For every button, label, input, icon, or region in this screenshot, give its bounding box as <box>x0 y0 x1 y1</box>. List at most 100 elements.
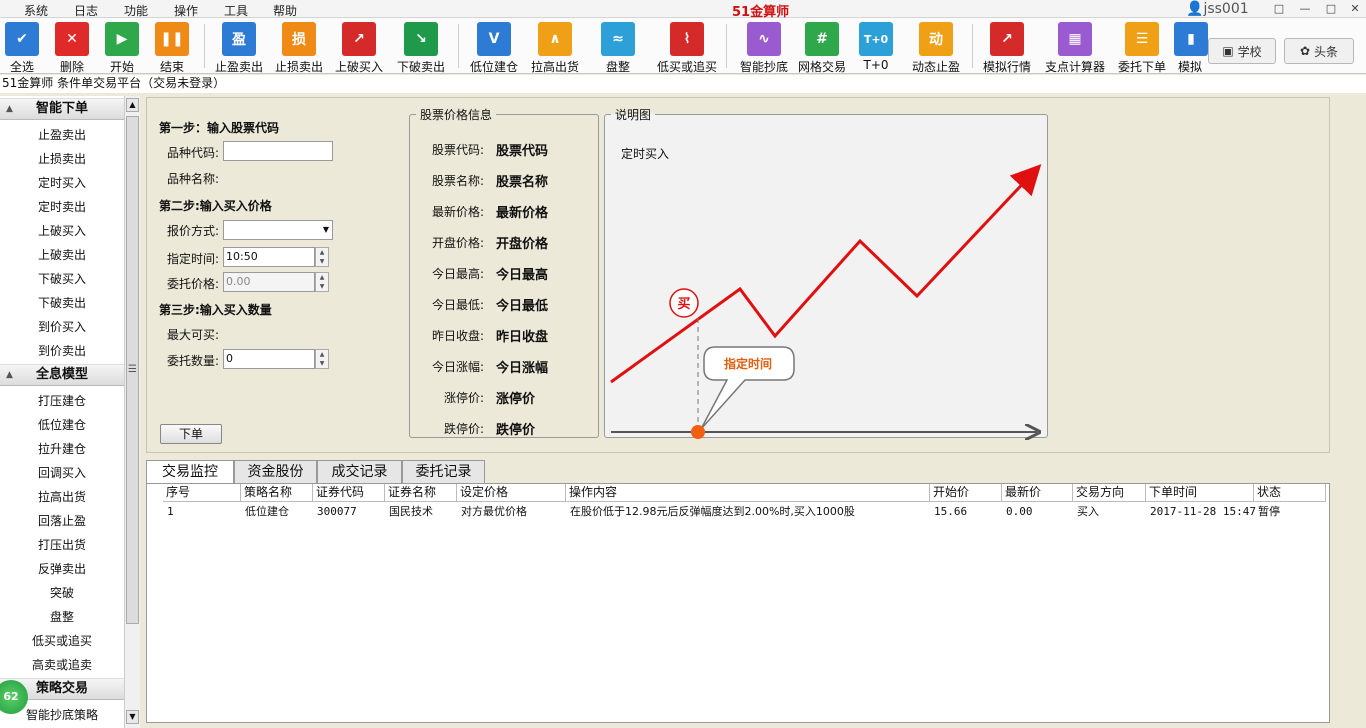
scroll-down-icon[interactable]: ▼ <box>126 710 139 724</box>
headlines-button[interactable]: ✿ 头条 <box>1284 38 1354 64</box>
sidebar-group-title: 智能下单 <box>35 101 88 116</box>
t-plus-zero-button[interactable]: T+0 T+0 <box>856 18 896 74</box>
price-info-key: 今日最高: <box>431 267 484 281</box>
sidebar-item[interactable]: 回调买入 <box>0 461 124 485</box>
sidebar-item[interactable]: 拉升建仓 <box>0 437 124 461</box>
menu-log[interactable]: 日志 <box>74 2 98 19</box>
break-down-sell-button[interactable]: ↘ 下破卖出 <box>394 18 448 74</box>
menu-system[interactable]: 系统 <box>24 2 48 19</box>
sidebar-item[interactable]: 低买或追买 <box>0 629 124 653</box>
pull-high-sell-button[interactable]: ∧ 拉高出货 <box>528 18 582 74</box>
callout-text: 指定时间 <box>724 356 772 371</box>
window-title: 51金算师 条件单交易平台（交易未登录） <box>0 75 1366 93</box>
low-build-icon: V <box>477 22 511 56</box>
pivot-calc-icon: ▦ <box>1058 22 1092 56</box>
sidebar-item[interactable]: 止损卖出 <box>0 147 124 171</box>
stop-loss-sell-icon: 损 <box>282 22 316 56</box>
table-cell: 暂停 <box>1258 505 1280 518</box>
table-row[interactable]: 1 低位建仓 300077 国民技术 对方最优价格 在股价低于12.98元后反弹幅度达到2… <box>147 484 1329 522</box>
dynamic-take-profit-button[interactable]: 动动态止盈 <box>908 18 964 74</box>
delete-button[interactable]: ✕ 删除 <box>50 18 94 74</box>
low-build-button[interactable]: V 低位建仓 <box>466 18 522 74</box>
price-info-value: 最新价格 <box>496 206 549 221</box>
sidebar-item[interactable]: 定时卖出 <box>0 195 124 219</box>
sidebar-item[interactable]: 反弹卖出 <box>0 557 124 581</box>
restore-button[interactable]: □ <box>1268 2 1290 16</box>
price-info-key: 开盘价格: <box>431 236 484 250</box>
qty-label: 委托数量: <box>167 354 220 368</box>
table-cell: 在股价低于12.98元后反弹幅度达到2.00%时,买入1000股 <box>570 505 855 518</box>
sidebar-item[interactable]: 定时买入 <box>0 171 124 195</box>
menu-tools[interactable]: 工具 <box>224 2 248 19</box>
break-up-buy-icon: ↗ <box>342 22 376 56</box>
stop-button[interactable]: ❚❚ 结束 <box>150 18 194 74</box>
sidebar-item[interactable]: 回落止盈 <box>0 509 124 533</box>
grip-icon: ☰ <box>128 364 137 375</box>
diagram-legend: 说明图 <box>615 108 652 122</box>
diagram-box: 说明图 定时买入 买 指定时间 <box>604 106 1048 438</box>
sim-market-button[interactable]: ↗ 模拟行情 <box>980 18 1034 74</box>
delete-label: 删除 <box>59 60 84 74</box>
sidebar-item[interactable]: 上破买入 <box>0 219 124 243</box>
start-button[interactable]: ▶ 开始 <box>100 18 144 74</box>
sidebar-item[interactable]: 高卖或追卖 <box>0 653 124 677</box>
tab-entrust-records[interactable]: 委托记录 <box>402 460 485 484</box>
sidebar-item[interactable]: 拉高出货 <box>0 485 124 509</box>
break-up-buy-button[interactable]: ↗ 上破买入 <box>332 18 386 74</box>
sidebar-item[interactable]: 到价卖出 <box>0 339 124 363</box>
sidebar-item[interactable]: 下破卖出 <box>0 291 124 315</box>
time-input[interactable]: 10:50 <box>223 247 315 267</box>
time-spinner[interactable]: ▲ ▼ <box>315 247 329 267</box>
tab-deal-records[interactable]: 成交记录 <box>317 460 402 484</box>
low-buy-chase-button[interactable]: ⌇ 低买或追买 <box>654 18 720 74</box>
code-input[interactable] <box>223 141 333 161</box>
entrust-price-spinner[interactable]: ▲ ▼ <box>315 272 329 292</box>
school-icon: ▣ <box>1222 44 1234 58</box>
order-button[interactable]: 下单 <box>160 424 222 444</box>
stop-loss-sell-button[interactable]: 损止损卖出 <box>272 18 326 74</box>
illustration-chart: 买 指定时间 <box>610 164 1042 453</box>
table-cell: 2017-11-28 15:47 <box>1150 505 1256 518</box>
price-info-value: 开盘价格 <box>496 237 549 252</box>
tab-trade-monitor[interactable]: 交易监控 <box>146 460 234 485</box>
sidebar-item[interactable]: 下破买入 <box>0 267 124 291</box>
entrust-order-icon: ☰ <box>1125 22 1159 56</box>
close-button[interactable]: ✕ <box>1344 2 1366 16</box>
qty-spinner[interactable]: ▲ ▼ <box>315 349 329 369</box>
price-info-key: 今日最低: <box>431 298 484 312</box>
school-button[interactable]: ▣ 学校 <box>1208 38 1276 64</box>
sidebar-item[interactable]: 盘整 <box>0 605 124 629</box>
grid-trade-button[interactable]: # 网格交易 <box>796 18 848 74</box>
minimize-button[interactable]: — <box>1294 2 1316 16</box>
sidebar-item[interactable]: 到价买入 <box>0 315 124 339</box>
sidebar-item[interactable]: 打压出货 <box>0 533 124 557</box>
sidebar-item[interactable]: 止盈卖出 <box>0 123 124 147</box>
collapse-icon: ▲ <box>6 370 13 380</box>
maximize-button[interactable]: □ <box>1320 2 1342 16</box>
pivot-calc-button[interactable]: ▦ 支点计算器 <box>1042 18 1108 74</box>
sidebar-item[interactable]: 低位建仓 <box>0 413 124 437</box>
scroll-up-icon[interactable]: ▲ <box>126 98 139 112</box>
qty-input[interactable]: 0 <box>223 349 315 369</box>
entrust-order-button[interactable]: ☰ 委托下单 <box>1112 18 1172 74</box>
menu-operation[interactable]: 操作 <box>174 2 198 19</box>
tab-funds-shares[interactable]: 资金股份 <box>234 460 317 484</box>
sim-button[interactable]: ▮ 模拟 <box>1174 18 1208 74</box>
entrust-price-input[interactable]: 0.00 <box>223 272 315 292</box>
menu-function[interactable]: 功能 <box>124 2 148 19</box>
sidebar-item[interactable]: 打压建仓 <box>0 389 124 413</box>
menu-help[interactable]: 帮助 <box>273 2 297 19</box>
sidebar-item[interactable]: 突破 <box>0 581 124 605</box>
smart-bottom-button[interactable]: ∿ 智能抄底 <box>736 18 792 74</box>
sidebar-group-0[interactable]: ▲ 智能下单 <box>0 98 124 120</box>
sidebar-group-1[interactable]: ▲ 全息模型 <box>0 364 124 386</box>
start-icon: ▶ <box>105 22 139 56</box>
sidebar-item[interactable]: 上破卖出 <box>0 243 124 267</box>
sidebar-scrollbar[interactable]: ▲ ▼ ☰ <box>124 96 140 728</box>
select-all-button[interactable]: ✔ 全选 <box>0 18 44 74</box>
consolidation-button[interactable]: ≈ 盘整 <box>592 18 644 74</box>
collapse-icon: ▲ <box>6 104 13 114</box>
dynamic-take-profit-label: 动态止盈 <box>911 60 960 74</box>
take-profit-sell-button[interactable]: 盈止盈卖出 <box>212 18 266 74</box>
price-mode-select[interactable]: ▼ <box>223 220 333 240</box>
